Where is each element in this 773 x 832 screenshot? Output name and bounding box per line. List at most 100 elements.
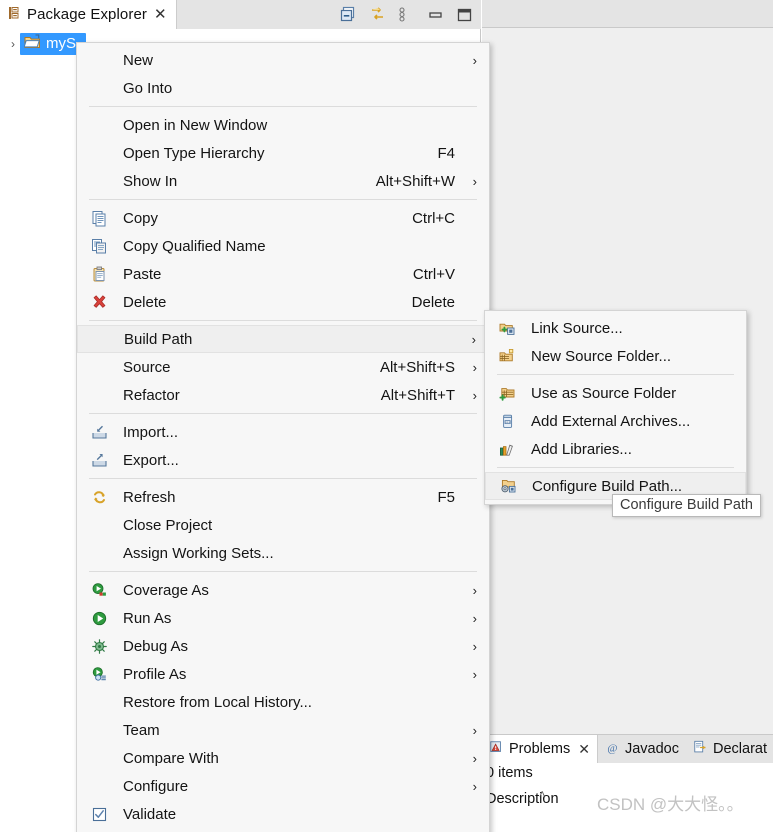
menu-item-debug-as[interactable]: Debug As › — [77, 632, 489, 660]
menu-item-refactor[interactable]: Refactor Alt+Shift+T › — [77, 381, 489, 409]
problems-column-description[interactable]: Description — [482, 791, 559, 807]
tab-label: Javadoc — [624, 741, 679, 757]
menu-item-label: Link Source... — [531, 319, 623, 337]
collapse-all-icon[interactable] — [340, 6, 357, 23]
menu-item-validate[interactable]: Validate› — [77, 800, 489, 828]
menu-item-coverage-as[interactable]: Coverage As › — [77, 576, 489, 604]
menu-item-restore-from-local-history[interactable]: Restore from Local History...› — [77, 688, 489, 716]
menu-item-label: Coverage As — [123, 581, 209, 599]
menu-item-label: Run As — [123, 609, 172, 627]
menu-item-link-source[interactable]: Link Source...› — [485, 314, 746, 342]
build-path-submenu[interactable]: Link Source...›New Source Folder...› Use … — [484, 310, 747, 505]
menu-item-no-icon — [85, 515, 113, 535]
menu-item-label: Add Libraries... — [531, 440, 632, 458]
tab-label: Problems — [509, 741, 571, 757]
menu-item-delete[interactable]: DeleteDelete› — [77, 288, 489, 316]
checkbox-checked-icon — [85, 804, 113, 824]
delete-icon — [85, 292, 113, 312]
menu-item-configure[interactable]: Configure › — [77, 772, 489, 800]
chevron-right-icon[interactable]: › — [6, 37, 20, 51]
tab-declarat[interactable]: Declarat — [686, 735, 773, 763]
paste-icon — [85, 264, 113, 284]
menu-item-use-as-source-folder[interactable]: Use as Source Folder› — [485, 379, 746, 407]
tree-row[interactable]: › myS — [0, 32, 86, 55]
menu-item-no-icon — [85, 115, 113, 135]
maximize-icon[interactable] — [456, 6, 473, 23]
eclipse-window: Package Explorer ✕ › myS Problems ✕ @ Ja… — [0, 0, 773, 832]
close-icon[interactable]: ✕ — [154, 7, 167, 22]
menu-item-shortcut: Alt+Shift+W — [375, 172, 455, 190]
menu-item-new-source-folder[interactable]: New Source Folder...› — [485, 342, 746, 370]
profile-as-icon — [85, 664, 113, 684]
menu-separator — [89, 413, 477, 414]
minimize-icon[interactable] — [427, 6, 444, 23]
javadoc-icon: @ — [605, 740, 620, 759]
menu-item-label: Refactor — [123, 386, 180, 404]
package-explorer-icon — [8, 6, 21, 24]
menu-item-compare-with[interactable]: Compare With › — [77, 744, 489, 772]
menu-separator — [497, 467, 734, 468]
menu-item-export[interactable]: Export...› — [77, 446, 489, 474]
menu-item-label: Restore from Local History... — [123, 693, 312, 711]
menu-item-no-icon — [85, 692, 113, 712]
chevron-right-icon: › — [472, 52, 477, 68]
menu-separator — [89, 199, 477, 200]
menu-item-open-in-new-window[interactable]: Open in New Window› — [77, 111, 489, 139]
menu-item-no-icon — [85, 385, 113, 405]
menu-item-copy-qualified-name[interactable]: Copy Qualified Name› — [77, 232, 489, 260]
menu-item-profile-as[interactable]: Profile As › — [77, 660, 489, 688]
menu-item-team[interactable]: Team › — [77, 716, 489, 744]
package-explorer-tabstrip: Package Explorer ✕ — [0, 0, 481, 29]
menu-item-shortcut: F5 — [437, 488, 455, 506]
configure-build-path-tooltip: Configure Build Path — [612, 494, 761, 517]
menu-item-source[interactable]: Source Alt+Shift+S › — [77, 353, 489, 381]
chevron-right-icon: › — [472, 173, 477, 189]
declaration-icon — [693, 740, 708, 759]
tab-package-explorer[interactable]: Package Explorer ✕ — [0, 0, 177, 29]
menu-item-close-project[interactable]: Close Project› — [77, 511, 489, 539]
menu-item-label: Use as Source Folder — [531, 384, 677, 402]
menu-item-refresh[interactable]: RefreshF5› — [77, 483, 489, 511]
menu-item-label: Export... — [123, 451, 179, 469]
coverage-as-icon — [85, 580, 113, 600]
menu-item-label: Show In — [123, 172, 178, 190]
tab-javadoc[interactable]: @ Javadoc — [598, 735, 686, 763]
menu-item-build-path[interactable]: Build Path › — [77, 325, 489, 353]
menu-item-run-as[interactable]: Run As › — [77, 604, 489, 632]
menu-item-paste[interactable]: PasteCtrl+V› — [77, 260, 489, 288]
menu-item-shortcut: F4 — [437, 144, 455, 162]
menu-item-import[interactable]: Import...› — [77, 418, 489, 446]
menu-separator — [89, 571, 477, 572]
add-external-archives-icon — [493, 411, 521, 431]
menu-item-no-icon — [85, 748, 113, 768]
menu-item-copy[interactable]: CopyCtrl+C› — [77, 204, 489, 232]
view-menu-icon[interactable] — [398, 6, 415, 23]
menu-item-show-in[interactable]: Show In Alt+Shift+W › — [77, 167, 489, 195]
menu-item-label: Profile As — [123, 665, 187, 683]
menu-item-assign-working-sets[interactable]: Assign Working Sets...› — [77, 539, 489, 567]
menu-item-add-libraries[interactable]: Add Libraries...› — [485, 435, 746, 463]
menu-item-label: New Source Folder... — [531, 347, 672, 365]
editor-tabstrip — [482, 0, 773, 28]
chevron-right-icon: › — [472, 582, 477, 598]
menu-item-add-external-archives[interactable]: Add External Archives...› — [485, 407, 746, 435]
tab-problems[interactable]: Problems ✕ — [482, 735, 598, 763]
menu-item-open-type-hierarchy[interactable]: Open Type HierarchyF4› — [77, 139, 489, 167]
close-icon[interactable]: ✕ — [578, 741, 590, 758]
chevron-right-icon: › — [472, 387, 477, 403]
menu-item-label: Copy — [123, 209, 159, 227]
svg-text:@: @ — [607, 742, 617, 754]
menu-item-go-into[interactable]: Go Into› — [77, 74, 489, 102]
refresh-icon — [85, 487, 113, 507]
menu-item-label: Configure — [123, 777, 189, 795]
menu-item-new[interactable]: New › — [77, 46, 489, 74]
menu-item-label: Debug As — [123, 637, 189, 655]
run-as-icon — [85, 608, 113, 628]
menu-item-label: Build Path — [124, 330, 193, 348]
menu-item-shortcut: Alt+Shift+T — [380, 386, 455, 404]
tree-item-label: myS — [46, 34, 76, 52]
menu-item-no-icon — [85, 143, 113, 163]
project-context-menu[interactable]: New›Go Into› Open in New Window›Open Type… — [76, 42, 490, 832]
copy-icon — [85, 208, 113, 228]
link-with-editor-icon[interactable] — [369, 6, 386, 23]
